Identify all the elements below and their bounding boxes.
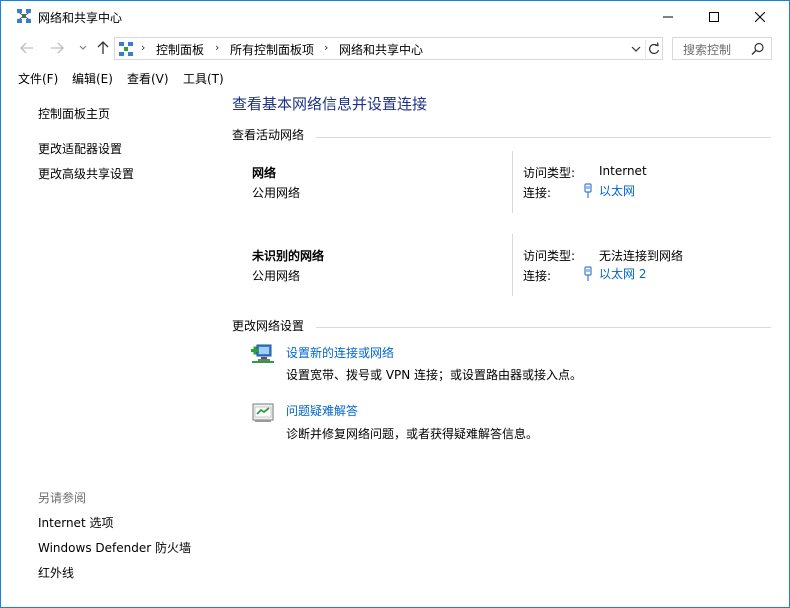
connection-ethernet-link[interactable]: 以太网 bbox=[583, 182, 635, 199]
internet-options-link[interactable]: Internet 选项 bbox=[38, 514, 113, 531]
control-panel-icon bbox=[119, 42, 133, 56]
title-bar[interactable]: 网络和共享中心 bbox=[1, 1, 789, 32]
network-divider bbox=[512, 234, 513, 296]
change-advanced-sharing-link[interactable]: 更改高级共享设置 bbox=[38, 165, 134, 182]
access-type-value: 无法连接到网络 bbox=[599, 249, 684, 263]
search-input[interactable]: 搜索控制 bbox=[683, 41, 731, 58]
access-type-value: Internet bbox=[599, 164, 647, 178]
troubleshoot-link[interactable]: 问题疑难解答 bbox=[286, 402, 358, 419]
menu-edit[interactable]: 编辑(E) bbox=[72, 70, 113, 87]
ethernet-icon bbox=[584, 265, 592, 281]
forward-arrow-icon bbox=[51, 42, 64, 54]
connection-label: 连接: bbox=[523, 269, 552, 283]
access-type-label: 访问类型: bbox=[523, 166, 576, 180]
back-button[interactable] bbox=[17, 38, 37, 58]
breadcrumb-separator-icon[interactable]: › bbox=[324, 41, 328, 54]
breadcrumb-control-panel[interactable]: 控制面板 bbox=[156, 41, 204, 58]
access-type-label: 访问类型: bbox=[523, 249, 576, 263]
setup-new-connection-link[interactable]: 设置新的连接或网络 bbox=[286, 344, 394, 361]
back-arrow-icon bbox=[20, 42, 33, 54]
maximize-icon bbox=[709, 11, 719, 22]
close-button[interactable] bbox=[737, 1, 783, 32]
close-icon bbox=[755, 11, 765, 22]
chevron-down-icon bbox=[79, 45, 87, 50]
address-bar[interactable]: › 控制面板 › 所有控制面板项 › 网络和共享中心 bbox=[114, 37, 663, 60]
connection-ethernet-text[interactable]: 以太网 bbox=[599, 182, 635, 199]
change-adapter-settings-link[interactable]: 更改适配器设置 bbox=[38, 140, 122, 157]
section-divider bbox=[316, 137, 771, 138]
network-divider bbox=[512, 151, 513, 213]
search-icon[interactable] bbox=[751, 42, 765, 56]
connection-ethernet2-text[interactable]: 以太网 2 bbox=[599, 265, 646, 282]
see-also-heading: 另请参阅 bbox=[38, 491, 87, 505]
breadcrumb-all-items[interactable]: 所有控制面板项 bbox=[230, 41, 314, 58]
recent-locations-button[interactable] bbox=[73, 38, 93, 58]
navigation-bar: › 控制面板 › 所有控制面板项 › 网络和共享中心 搜索控制 bbox=[1, 32, 789, 65]
network-category-link: 公用网络 bbox=[252, 269, 301, 283]
page-title: 查看基本网络信息并设置连接 bbox=[232, 95, 428, 113]
search-box[interactable]: 搜索控制 bbox=[672, 37, 772, 60]
network-category-link: 公用网络 bbox=[252, 186, 301, 200]
connection-label: 连接: bbox=[523, 186, 552, 200]
menu-bar: 文件(F) 编辑(E) 查看(V) 工具(T) bbox=[1, 67, 789, 89]
new-connection-icon[interactable] bbox=[251, 341, 275, 365]
left-pane: 控制面板主页 更改适配器设置 更改高级共享设置 另请参阅 Internet 选项… bbox=[1, 89, 221, 607]
network-name: 网络 bbox=[252, 166, 277, 180]
breadcrumb-network-center[interactable]: 网络和共享中心 bbox=[339, 41, 423, 58]
troubleshoot-description: 诊断并修复网络问题，或者获得疑难解答信息。 bbox=[286, 427, 539, 441]
change-settings-heading: 更改网络设置 bbox=[232, 319, 305, 333]
refresh-button[interactable] bbox=[645, 40, 661, 58]
address-dropdown-button[interactable] bbox=[629, 41, 643, 57]
window: 网络和共享中心 › 控制面板 › 所有控制面板项 › 网络和共享中心 搜索控制 … bbox=[0, 0, 790, 608]
ethernet-icon bbox=[584, 182, 592, 198]
window-title: 网络和共享中心 bbox=[38, 11, 123, 25]
setup-new-connection-description: 设置宽带、拨号或 VPN 连接；或设置路由器或接入点。 bbox=[286, 368, 583, 382]
minimize-button[interactable] bbox=[645, 1, 691, 32]
menu-file[interactable]: 文件(F) bbox=[18, 70, 58, 87]
menu-view[interactable]: 查看(V) bbox=[127, 70, 169, 87]
network-center-icon bbox=[17, 9, 31, 23]
active-networks-heading: 查看活动网络 bbox=[232, 128, 305, 142]
breadcrumb-separator-icon[interactable]: › bbox=[141, 41, 145, 54]
chevron-down-icon bbox=[631, 46, 641, 52]
forward-button[interactable] bbox=[47, 38, 67, 58]
troubleshoot-icon[interactable] bbox=[251, 401, 275, 425]
section-divider bbox=[316, 327, 771, 328]
refresh-icon bbox=[649, 42, 660, 54]
breadcrumb-separator-icon[interactable]: › bbox=[215, 41, 219, 54]
control-panel-home-link[interactable]: 控制面板主页 bbox=[38, 105, 110, 122]
windows-defender-firewall-link[interactable]: Windows Defender 防火墙 bbox=[38, 539, 191, 556]
up-button[interactable] bbox=[93, 38, 113, 58]
maximize-button[interactable] bbox=[691, 1, 737, 32]
connection-ethernet2-link[interactable]: 以太网 2 bbox=[583, 265, 646, 282]
minimize-icon bbox=[663, 16, 673, 17]
main-content: 查看基本网络信息并设置连接 查看活动网络 网络 公用网络 访问类型: Inter… bbox=[221, 89, 789, 607]
menu-tools[interactable]: 工具(T) bbox=[183, 70, 224, 87]
up-arrow-icon bbox=[97, 41, 109, 54]
infrared-link[interactable]: 红外线 bbox=[38, 564, 74, 581]
network-name: 未识别的网络 bbox=[252, 249, 325, 263]
